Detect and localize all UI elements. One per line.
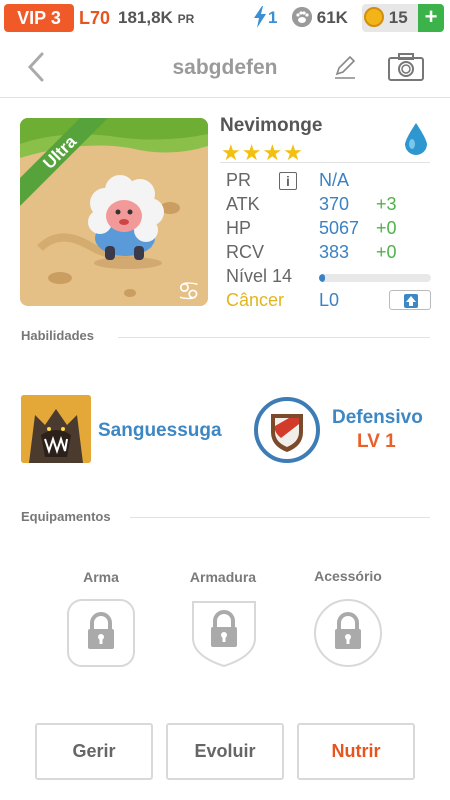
coin-value: 15 (388, 8, 408, 27)
arrow-up-icon (404, 294, 418, 308)
upgrade-button[interactable] (389, 290, 431, 310)
stat-label: RCV (226, 242, 265, 262)
stat-bonus: +0 (376, 218, 397, 238)
stats-table: PR i N/A ATK 370 +3 HP 5067 +0 RCV 383 +… (224, 170, 434, 314)
manage-button[interactable]: Gerir (35, 723, 153, 780)
equipment-title: Equipamentos (21, 509, 111, 524)
camera-icon[interactable] (387, 52, 425, 82)
abilities-divider (118, 337, 430, 338)
feed-button[interactable]: Nutrir (297, 723, 415, 780)
level-progress-fill (319, 274, 325, 282)
power-rating: 181,8K PR (118, 4, 194, 32)
lightning-icon (254, 6, 266, 29)
stat-row-rcv: RCV 383 +0 (224, 242, 434, 266)
stat-row-atk: ATK 370 +3 (224, 194, 434, 218)
pencil-icon[interactable] (333, 54, 357, 80)
weapon-slot-lock-icon[interactable] (66, 598, 136, 668)
stat-bonus: +3 (376, 194, 397, 214)
page-title: sabgdefen (172, 56, 278, 79)
pet-name: Nevimonge (220, 115, 323, 136)
page-header: sabgdefen (0, 38, 450, 98)
skill-icon[interactable] (21, 395, 91, 463)
abilities-title: Habilidades (21, 328, 94, 343)
stat-value: 370 (319, 194, 350, 214)
add-coins-button[interactable]: + (418, 4, 444, 32)
energy-value: 1 (268, 8, 278, 27)
accessory-label: Acessório (314, 568, 382, 584)
werewolf-icon (21, 395, 91, 463)
stat-value: 383 (319, 242, 350, 262)
stat-label: ATK (226, 194, 260, 214)
weapon-label: Arma (83, 569, 119, 585)
stat-label: HP (226, 218, 252, 238)
stat-value: 5067 (319, 218, 360, 238)
evolve-button[interactable]: Evoluir (166, 723, 284, 780)
zodiac-label: Câncer (226, 290, 285, 310)
stat-row-sign: Câncer L0 (224, 290, 434, 314)
skill-name[interactable]: Sanguessuga (98, 420, 222, 442)
level-label: Nível 14 (226, 266, 293, 286)
coin-icon (364, 7, 384, 28)
pr-info-button[interactable]: i (279, 172, 297, 190)
energy-counter[interactable]: 1 (252, 4, 277, 32)
defensive-shield-icon[interactable] (253, 396, 321, 464)
armor-label: Armadura (189, 569, 257, 585)
stat-row-level: Nível 14 (224, 266, 434, 290)
equipment-divider (130, 517, 430, 518)
stat-row-hp: HP 5067 +0 (224, 218, 434, 242)
power-value: 181,8K (118, 8, 173, 27)
pet-portrait[interactable]: Ultra ♋ (20, 118, 208, 306)
status-bar: VIP 3 L70 181,8K PR 1 61K 15 + (0, 0, 450, 38)
stats-divider (220, 162, 430, 163)
power-unit: PR (177, 12, 195, 26)
armor-slot-lock-icon[interactable] (189, 598, 259, 668)
vip-badge[interactable]: VIP 3 (4, 4, 74, 32)
zodiac-level: L0 (319, 290, 340, 310)
stat-value: N/A (319, 170, 350, 190)
leader-skill-name[interactable]: Defensivo (332, 407, 423, 429)
stat-bonus: +0 (376, 242, 397, 262)
paw-counter[interactable]: 61K (292, 4, 348, 32)
coin-counter[interactable]: 15 + (362, 4, 444, 32)
pet-illustration: Ultra ♋ (20, 118, 208, 306)
accessory-slot-lock-icon[interactable] (313, 598, 383, 668)
leader-skill-level: LV 1 (357, 431, 396, 452)
paw-icon (292, 7, 312, 28)
player-level: L70 (79, 8, 111, 28)
svg-text:♋: ♋ (177, 277, 200, 306)
paw-value: 61K (316, 8, 348, 27)
level-progress-bar (319, 274, 431, 282)
water-element-icon (405, 123, 427, 155)
stat-label: PR (226, 170, 252, 190)
stat-row-pr: PR i N/A (224, 170, 434, 194)
